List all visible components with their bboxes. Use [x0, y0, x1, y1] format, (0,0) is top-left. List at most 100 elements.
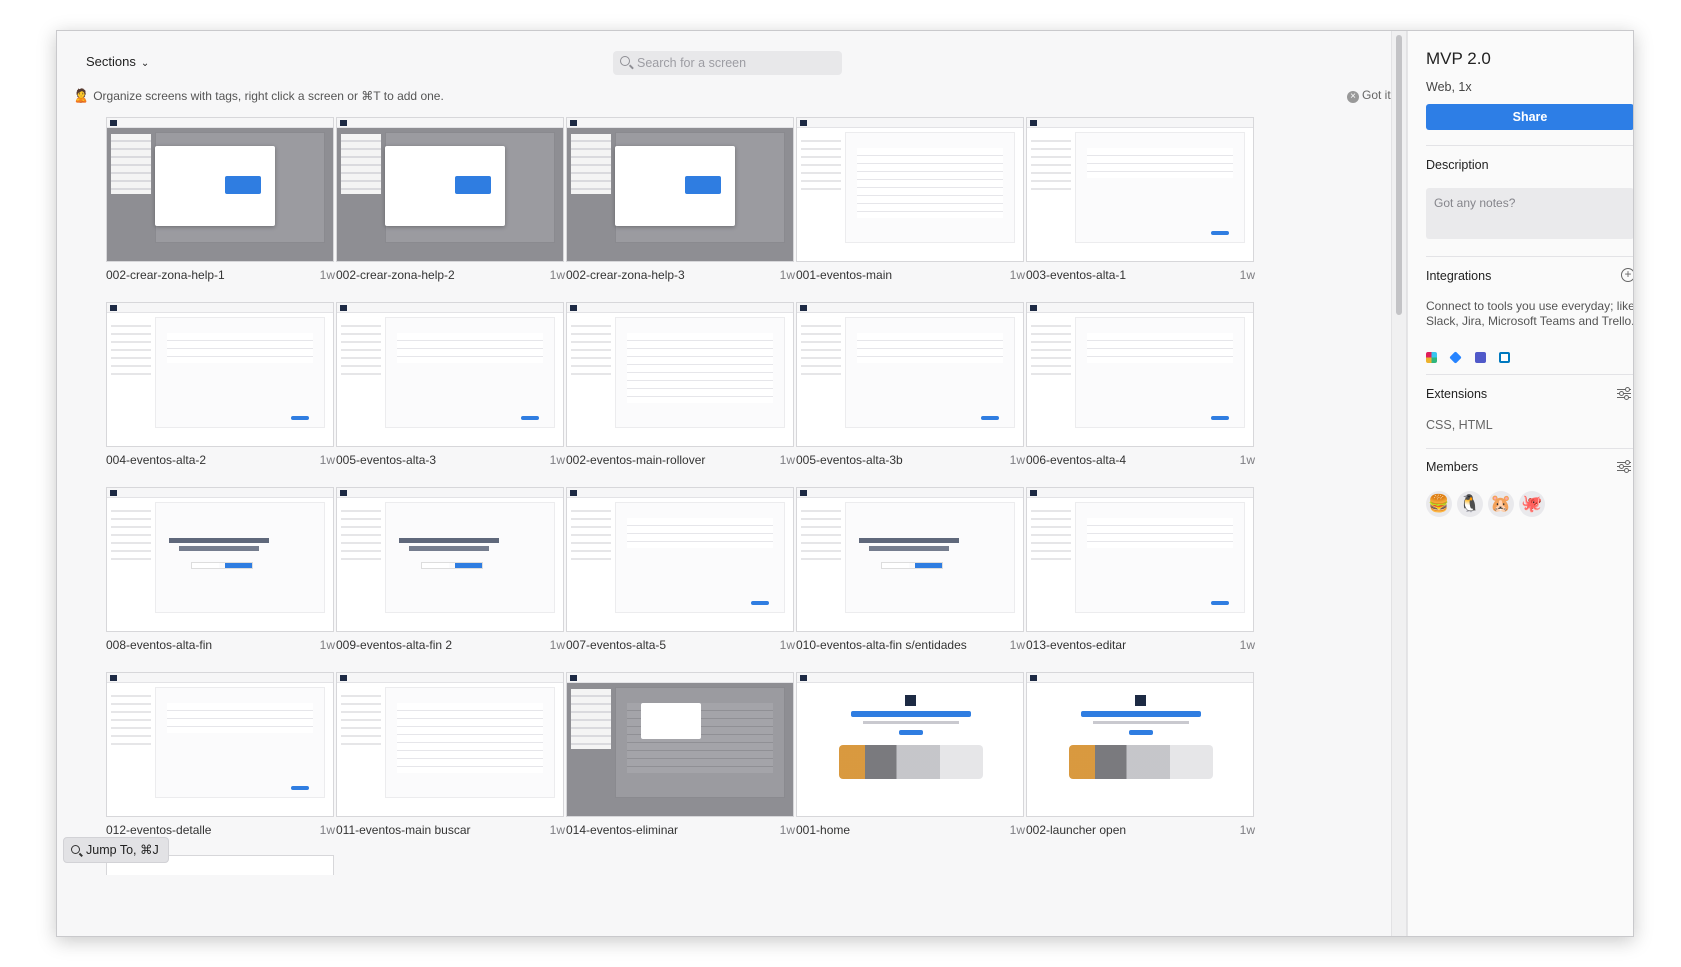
screen-name[interactable]: 013-eventos-editar	[1026, 638, 1126, 652]
integrations-description: Connect to tools you use everyday; like …	[1426, 299, 1634, 328]
scrollbar-thumb[interactable]	[1396, 35, 1402, 315]
screen-age: 1w	[549, 268, 565, 282]
screen-card[interactable]: 002-crear-zona-help-2 1w	[336, 117, 565, 287]
screen-thumbnail[interactable]	[336, 117, 564, 262]
screen-thumbnail[interactable]	[566, 487, 794, 632]
screen-name[interactable]: 014-eventos-eliminar	[566, 823, 678, 837]
screen-card[interactable]: 003-eventos-alta-1 1w	[1026, 117, 1255, 287]
thumbnail-detail	[627, 518, 773, 548]
screen-thumbnail[interactable]	[796, 117, 1024, 262]
extensions-value: CSS, HTML	[1426, 418, 1493, 432]
thumbnail-detail	[615, 146, 735, 226]
screen-name[interactable]: 001-home	[796, 823, 850, 837]
members-heading: Members	[1426, 460, 1479, 474]
screen-card[interactable]: 009-eventos-alta-fin 2 1w	[336, 487, 565, 657]
screen-thumbnail[interactable]	[796, 487, 1024, 632]
screen-name[interactable]: 002-launcher open	[1026, 823, 1126, 837]
screen-card[interactable]: 001-home 1w	[796, 672, 1025, 842]
sections-dropdown[interactable]: Sections ⌄	[86, 54, 149, 69]
screen-thumbnail[interactable]	[106, 117, 334, 262]
screen-thumbnail[interactable]	[1026, 117, 1254, 262]
avatar[interactable]: 🐙	[1519, 491, 1545, 517]
screen-card[interactable]: 002-launcher open 1w	[1026, 672, 1255, 842]
screen-name[interactable]: 002-crear-zona-help-2	[336, 268, 455, 282]
screen-name[interactable]: 005-eventos-alta-3	[336, 453, 436, 467]
screen-name[interactable]: 001-eventos-main	[796, 268, 892, 282]
notes-field[interactable]: Got any notes?	[1426, 188, 1633, 239]
screen-thumbnail[interactable]	[566, 117, 794, 262]
screen-name[interactable]: 008-eventos-alta-fin	[106, 638, 212, 652]
jira-icon[interactable]	[1449, 351, 1463, 364]
screen-thumbnail[interactable]	[336, 672, 564, 817]
screen-age: 1w	[1009, 823, 1025, 837]
divider	[1426, 448, 1633, 449]
screen-age: 1w	[1009, 638, 1025, 652]
extensions-heading: Extensions	[1426, 387, 1488, 401]
jump-to-button[interactable]: Jump To, ⌘J	[63, 837, 169, 863]
screen-card[interactable]: 005-eventos-alta-3b 1w	[796, 302, 1025, 472]
share-button[interactable]: Share	[1426, 104, 1633, 130]
screen-thumbnail[interactable]	[566, 302, 794, 447]
screen-thumbnail[interactable]	[106, 302, 334, 447]
dismiss-tip-button[interactable]: × Got it	[1347, 88, 1391, 103]
avatar[interactable]: 🍔	[1426, 491, 1452, 517]
screen-name[interactable]: 007-eventos-alta-5	[566, 638, 666, 652]
trello-icon[interactable]	[1499, 352, 1511, 363]
screen-card[interactable]: 001-eventos-main 1w	[796, 117, 1025, 287]
screen-thumbnail[interactable]	[1026, 487, 1254, 632]
thumbnail-detail	[341, 504, 381, 564]
teams-icon[interactable]	[1474, 352, 1486, 363]
screen-card[interactable]: 008-eventos-alta-fin 1w	[106, 487, 335, 657]
screen-thumbnail[interactable]	[796, 302, 1024, 447]
screen-age: 1w	[1239, 823, 1255, 837]
screen-thumbnail[interactable]	[336, 302, 564, 447]
screen-card[interactable]: 012-eventos-detalle 1w	[106, 672, 335, 842]
screen-thumbnail[interactable]	[566, 672, 794, 817]
screen-thumbnail[interactable]	[106, 672, 334, 817]
screen-card[interactable]: 005-eventos-alta-3 1w	[336, 302, 565, 472]
screen-card[interactable]: 006-eventos-alta-4 1w	[1026, 302, 1255, 472]
screen-card[interactable]: 002-crear-zona-help-3 1w	[566, 117, 795, 287]
thumbnail-detail	[1031, 504, 1071, 564]
thumbnail-detail	[337, 673, 563, 683]
add-integration-icon[interactable]: +	[1621, 268, 1633, 282]
screen-name[interactable]: 011-eventos-main buscar	[336, 823, 471, 837]
extensions-settings-icon[interactable]	[1617, 387, 1631, 400]
screen-name[interactable]: 009-eventos-alta-fin 2	[336, 638, 452, 652]
screen-name[interactable]: 005-eventos-alta-3b	[796, 453, 903, 467]
screen-card[interactable]: 011-eventos-main buscar 1w	[336, 672, 565, 842]
screen-name[interactable]: 002-crear-zona-help-3	[566, 268, 685, 282]
screen-thumbnail[interactable]	[106, 487, 334, 632]
avatar[interactable]: 🐹	[1488, 491, 1514, 517]
screen-name[interactable]: 003-eventos-alta-1	[1026, 268, 1126, 282]
screen-thumbnail[interactable]	[1026, 302, 1254, 447]
screen-age: 1w	[779, 268, 795, 282]
divider	[1426, 374, 1633, 375]
screen-card[interactable]: 013-eventos-editar 1w	[1026, 487, 1255, 657]
screen-card[interactable]: 002-eventos-main-rollover 1w	[566, 302, 795, 472]
thumbnail-detail	[341, 689, 381, 749]
thumbnail-detail	[409, 546, 489, 551]
screen-name[interactable]: 002-crear-zona-help-1	[106, 268, 225, 282]
slack-icon[interactable]	[1426, 352, 1437, 363]
screen-card[interactable]: 014-eventos-eliminar 1w	[566, 672, 795, 842]
avatar[interactable]: 🐧	[1457, 491, 1483, 517]
search-input[interactable]: Search for a screen	[613, 51, 842, 75]
vertical-scrollbar[interactable]	[1391, 31, 1407, 936]
screen-name[interactable]: 002-eventos-main-rollover	[566, 453, 705, 467]
screen-card[interactable]: 010-eventos-alta-fin s/entidades 1w	[796, 487, 1025, 657]
screen-card[interactable]: 002-crear-zona-help-1 1w	[106, 117, 335, 287]
screen-age: 1w	[549, 823, 565, 837]
members-settings-icon[interactable]	[1617, 460, 1631, 473]
screen-name[interactable]: 006-eventos-alta-4	[1026, 453, 1126, 467]
screen-card[interactable]: 007-eventos-alta-5 1w	[566, 487, 795, 657]
screen-thumbnail[interactable]	[336, 487, 564, 632]
screen-thumbnail[interactable]	[1026, 672, 1254, 817]
thumbnail-detail	[1087, 333, 1233, 363]
screen-name[interactable]: 010-eventos-alta-fin s/entidades	[796, 638, 967, 652]
thumbnail-detail	[627, 333, 773, 403]
screen-name[interactable]: 012-eventos-detalle	[106, 823, 211, 837]
screen-card[interactable]: 004-eventos-alta-2 1w	[106, 302, 335, 472]
screen-name[interactable]: 004-eventos-alta-2	[106, 453, 206, 467]
screen-thumbnail[interactable]	[796, 672, 1024, 817]
